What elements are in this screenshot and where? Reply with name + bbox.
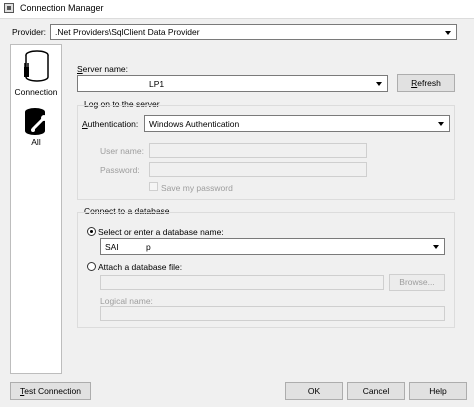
attach-file-radio[interactable] xyxy=(87,262,96,271)
chevron-down-icon[interactable] xyxy=(429,240,443,253)
sidebar-item-label: Connection xyxy=(14,87,58,97)
password-input[interactable] xyxy=(149,162,367,177)
chevron-down-icon[interactable] xyxy=(441,26,455,38)
provider-value: .Net Providers\SqlClient Data Provider xyxy=(55,27,200,37)
ok-button[interactable]: OK xyxy=(285,382,343,400)
chevron-down-icon[interactable] xyxy=(434,117,448,130)
authentication-value: Windows Authentication xyxy=(149,119,240,129)
database-plug-icon xyxy=(24,50,49,82)
sidebar-item-all[interactable]: All xyxy=(11,105,61,151)
attach-file-label: Attach a database file: xyxy=(98,262,183,272)
sidebar-item-connection[interactable]: Connection xyxy=(11,45,61,101)
server-name-combo[interactable]: LP1 xyxy=(77,75,388,92)
attach-file-input[interactable] xyxy=(100,275,384,290)
sidebar: Connection All xyxy=(10,44,62,374)
server-name-label: Server name: xyxy=(77,64,129,74)
server-name-value: LP1 xyxy=(149,79,165,89)
database-name-value-part2: p xyxy=(146,242,151,252)
logical-name-input[interactable] xyxy=(100,306,445,321)
provider-label: Provider: xyxy=(12,27,47,37)
cancel-button[interactable]: Cancel xyxy=(347,382,405,400)
database-name-value-part1: SAI xyxy=(105,242,119,252)
provider-dropdown[interactable]: .Net Providers\SqlClient Data Provider xyxy=(50,24,457,40)
browse-button[interactable]: Browse... xyxy=(389,274,445,291)
logical-name-label: Logical name: xyxy=(100,296,153,306)
chevron-down-icon[interactable] xyxy=(372,77,386,90)
password-label: Password: xyxy=(100,165,140,175)
username-label: User name: xyxy=(100,146,144,156)
username-input[interactable] xyxy=(149,143,367,158)
select-database-label: Select or enter a database name: xyxy=(98,227,224,237)
window-title: Connection Manager xyxy=(20,3,104,13)
test-connection-button[interactable]: Test Connection xyxy=(10,382,91,400)
refresh-button[interactable]: Refresh xyxy=(397,74,455,92)
title-bar: Connection Manager xyxy=(0,0,474,19)
select-database-radio[interactable] xyxy=(87,227,96,236)
database-wrench-icon xyxy=(25,108,47,135)
help-button[interactable]: Help xyxy=(409,382,467,400)
authentication-label: Authentication: xyxy=(82,119,139,129)
authentication-dropdown[interactable]: Windows Authentication xyxy=(144,115,450,132)
app-icon xyxy=(4,3,14,13)
database-name-combo[interactable]: SAI p xyxy=(100,238,445,255)
save-password-checkbox[interactable] xyxy=(149,182,158,191)
save-password-label: Save my password xyxy=(161,183,233,193)
sidebar-item-label: All xyxy=(31,137,41,147)
